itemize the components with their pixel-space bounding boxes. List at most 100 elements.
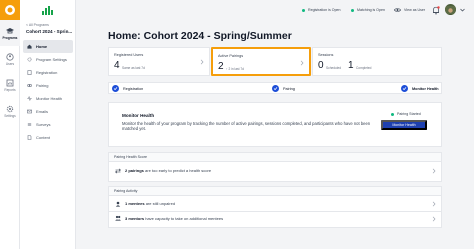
rail-item-settings[interactable]: Settings [0, 98, 20, 124]
sidebar-item-label: Program Settings [36, 57, 67, 62]
sidebar-item-emails[interactable]: Emails [23, 105, 73, 118]
avatar-image [445, 6, 456, 15]
rail-item-users[interactable]: Users [0, 46, 20, 72]
health-score-row[interactable]: 2 pairings are too early to predict a he… [109, 164, 441, 177]
chevron-right-icon [432, 201, 436, 207]
users-icon [115, 215, 121, 221]
monitor-health-button[interactable]: Monitor Health [381, 120, 427, 130]
activity-row[interactable]: 3 mentors have capacity to take on addit… [109, 211, 441, 224]
stat-value: 4 [114, 60, 120, 71]
active-pairings-card[interactable]: Active Pairings 2 ↑ 2 in last 7d [211, 47, 311, 76]
health-score-rest: are too early to predict a health score [143, 168, 212, 173]
sidebar-item-registration[interactable]: Registration [23, 66, 73, 79]
sidebar-item-content[interactable]: Content [23, 131, 73, 144]
page-title: Home: Cohort 2024 - Spring/Summer [108, 30, 292, 42]
arrows-icon [115, 168, 121, 173]
matching-status: Matching is Open [351, 8, 385, 12]
program-sidebar: < All Programs Cohort 2024 - Sprin... Ho… [20, 0, 76, 249]
gear-icon [27, 57, 32, 62]
sidebar-item-surveys[interactable]: Surveys [23, 118, 73, 131]
link-icon [27, 84, 32, 87]
chevron-right-icon [200, 59, 204, 65]
stat-subtext: ↑ 2 in last 7d [226, 67, 244, 71]
sidebar-item-monitor-health[interactable]: Monitor Health [23, 92, 73, 105]
stat-value-scheduled: 0 [318, 60, 324, 71]
rail-item-reports[interactable]: Reports [0, 72, 20, 98]
sidebar-item-label: Content [36, 135, 51, 140]
rail-label: Users [5, 61, 15, 66]
section-header: Pairing Health Score [109, 153, 441, 162]
step-pairing[interactable]: Pairing [272, 85, 295, 92]
sidebar-item-label: Pairing [36, 83, 49, 88]
rail-label: Programs [2, 35, 18, 40]
user-icon [115, 201, 121, 207]
avatar[interactable] [445, 4, 456, 15]
icon-rail: Programs Users Reports Settings [0, 0, 20, 249]
registration-status-text: Registration is Open [308, 8, 341, 12]
clipboard-icon [27, 70, 32, 75]
sidebar-item-program-settings[interactable]: Program Settings [23, 53, 73, 66]
breadcrumb[interactable]: < All Programs [26, 23, 49, 27]
activity-text: 3 mentors have capacity to take on addit… [125, 216, 223, 221]
check-icon [112, 85, 119, 92]
progress-steps: Registration Pairing Monitor Health [108, 82, 442, 94]
program-logo-icon [42, 6, 53, 15]
stat-value-completed: 1 [348, 60, 354, 71]
bell-icon[interactable] [432, 6, 440, 15]
graduation-cap-icon [6, 27, 14, 33]
stat-subtext-completed: Completed [356, 66, 372, 70]
status-dot [302, 8, 305, 12]
check-icon [272, 85, 279, 92]
stat-label: Sessions [318, 53, 334, 57]
gear-icon [6, 105, 14, 112]
stat-subtext: Same as last 7d [122, 66, 145, 70]
status-dot [391, 112, 394, 116]
sidebar-item-label: Home [36, 44, 48, 49]
chevron-right-icon [432, 216, 436, 222]
view-as-user-link[interactable]: View as User [404, 8, 425, 12]
pairing-health-score-card: Pairing Health Score 2 pairings are too … [108, 152, 442, 182]
sidebar-nav: Home Program Settings Registration Pairi… [23, 40, 73, 144]
step-label: Monitor Health [412, 86, 439, 91]
section-header: Pairing Activity [109, 187, 441, 196]
rail-item-programs[interactable]: Programs [0, 20, 20, 46]
registration-status: Registration is Open [302, 8, 341, 12]
survey-icon [27, 122, 32, 127]
rail-label: Reports [4, 87, 16, 92]
app-logo[interactable] [0, 0, 20, 20]
registered-users-card[interactable]: Registered Users 4 Same as last 7d [108, 47, 210, 76]
activity-row[interactable]: 1 mentees are still unpaired [109, 197, 441, 210]
pairing-activity-card: Pairing Activity 1 mentees are still unp… [108, 186, 442, 228]
sidebar-item-label: Surveys [36, 122, 51, 127]
chevron-down-icon[interactable] [460, 8, 465, 12]
monitor-health-title: Monitor Health [122, 113, 155, 118]
reports-icon [6, 79, 14, 86]
app-logo-icon [5, 5, 15, 15]
step-registration[interactable]: Registration [112, 85, 143, 92]
document-icon [27, 135, 32, 140]
stat-label: Active Pairings [218, 54, 244, 58]
sidebar-item-label: Registration [36, 70, 58, 75]
eye-icon[interactable] [394, 7, 401, 13]
status-dot [351, 8, 354, 12]
stat-value: 2 [218, 61, 224, 72]
rail-label: Settings [4, 113, 16, 118]
sidebar-item-pairing[interactable]: Pairing [23, 79, 73, 92]
activity-count: 3 mentors [125, 215, 145, 221]
activity-count: 1 mentees [125, 201, 145, 206]
program-title: Cohort 2024 - Sprin... [26, 29, 73, 34]
chevron-right-icon [300, 60, 304, 66]
users-icon [6, 52, 14, 61]
stat-label: Registered Users [114, 53, 144, 57]
check-icon [401, 85, 408, 92]
activity-rest: are still unpaired [144, 201, 176, 206]
pairing-status: Pairing Started [391, 112, 421, 116]
pairing-status-text: Pairing Started [397, 112, 421, 116]
step-monitor-health[interactable]: Monitor Health [401, 85, 439, 92]
stat-subtext-scheduled: Scheduled [326, 66, 342, 70]
step-label: Registration [123, 86, 144, 91]
sidebar-item-home[interactable]: Home [23, 40, 73, 53]
sessions-card[interactable]: Sessions 0 Scheduled 1 Completed [312, 47, 442, 76]
sidebar-item-label: Emails [36, 109, 49, 114]
top-bar: Registration is Open Matching is Open Vi… [76, 0, 474, 20]
